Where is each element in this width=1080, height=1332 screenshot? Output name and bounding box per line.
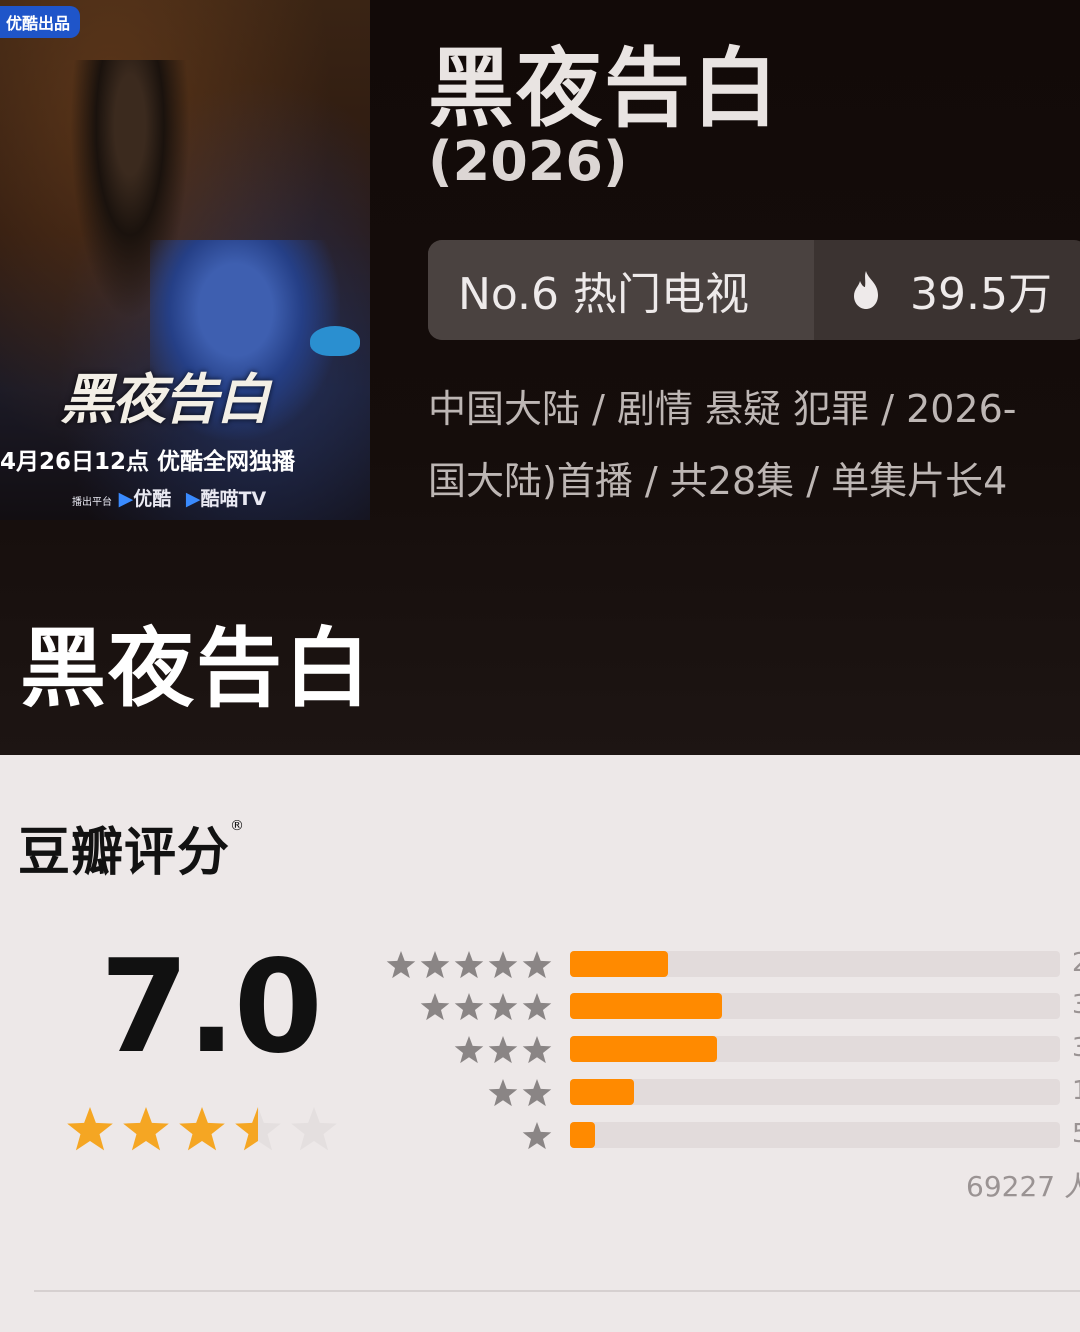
heat-value: 39.5万: [910, 269, 1052, 320]
row-star-icon: [488, 1079, 518, 1107]
row-star-icon: [522, 993, 552, 1021]
meta-episode-line: 国大陆)首播 / 共28集 / 单集片长4: [428, 459, 1008, 503]
registered-mark: ®: [230, 818, 246, 834]
row-star-icon: [488, 993, 518, 1021]
movie-header-panel: 优酷出品 黑夜告白 4月26日12点 优酷全网独播 播出平台 ▶优酷 ▶酷喵TV…: [0, 0, 1080, 755]
poster-date-line: 4月26日12点 优酷全网独播: [0, 449, 296, 475]
poster-shoe: [310, 326, 360, 356]
rating-bar-track: [570, 1036, 1060, 1062]
rating-bar-fill: [570, 951, 668, 977]
row-star-icon: [454, 993, 484, 1021]
row-stars: [454, 1036, 552, 1064]
score-star-icon: [179, 1107, 225, 1151]
rating-row-5-star: 2: [380, 948, 1080, 982]
row-star-icon: [420, 993, 450, 1021]
heat-count[interactable]: 39.5万: [814, 240, 1080, 340]
rating-row-3-star: 3: [380, 1033, 1080, 1067]
rating-row-percent: 5: [1072, 1119, 1080, 1149]
row-star-icon: [522, 1122, 552, 1150]
rating-row-1-star: 5: [380, 1119, 1080, 1153]
page-title: 黑夜告白: [20, 619, 372, 719]
poster-brand-tag: 优酷出品: [0, 6, 81, 38]
row-star-icon: [488, 1036, 518, 1064]
rank-label[interactable]: No.6 热门电视: [428, 240, 814, 340]
rating-bar-track: [570, 951, 1060, 977]
rating-row-2-star: 1: [380, 1076, 1080, 1110]
row-star-icon: [488, 951, 518, 979]
movie-title: 黑夜告白: [428, 39, 780, 139]
rating-bar-fill: [570, 1122, 595, 1148]
fire-icon: [854, 271, 878, 309]
poster-platform-prefix: 播出平台: [72, 497, 112, 508]
poster-platform-2: 酷喵TV: [200, 488, 267, 510]
kumiao-play-icon: ▶: [185, 488, 201, 510]
row-star-icon: [522, 951, 552, 979]
movie-year: (2026): [428, 130, 628, 193]
rating-row-4-star: 3: [380, 990, 1080, 1024]
row-star-icon: [522, 1036, 552, 1064]
youku-play-icon: ▶: [118, 488, 134, 510]
poster-platforms: 播出平台 ▶优酷 ▶酷喵TV: [72, 484, 266, 511]
row-star-icon: [522, 1079, 552, 1107]
rating-row-percent: 3: [1072, 990, 1080, 1020]
row-stars: [386, 951, 552, 979]
poster-platform-1: 优酷: [133, 488, 172, 510]
meta-genre-line: 中国大陆 / 剧情 悬疑 犯罪 / 2026-: [428, 387, 1017, 431]
rank-badge[interactable]: No.6 热门电视 39.5万: [428, 240, 1080, 340]
rating-row-percent: 1: [1072, 1076, 1080, 1106]
row-stars: [488, 1079, 552, 1107]
rating-bar-fill: [570, 1036, 717, 1062]
rating-score: 7.0: [100, 933, 323, 1082]
row-stars: [522, 1122, 552, 1150]
douban-brand-label: 豆瓣评分: [18, 823, 231, 883]
rating-row-percent: 3: [1072, 1033, 1080, 1063]
row-star-icon: [454, 1036, 484, 1064]
score-star-icon: [235, 1107, 281, 1151]
score-star-icon: [123, 1107, 169, 1151]
row-star-icon: [420, 951, 450, 979]
poster-image[interactable]: 优酷出品 黑夜告白 4月26日12点 优酷全网独播 播出平台 ▶优酷 ▶酷喵TV: [0, 0, 370, 520]
score-stars: [67, 1107, 337, 1151]
rating-bar-track: [570, 993, 1060, 1019]
divider: [34, 1290, 1080, 1292]
voter-count[interactable]: 69227 人: [966, 1165, 1080, 1205]
rating-row-percent: 2: [1072, 948, 1080, 978]
poster-title: 黑夜告白: [60, 367, 270, 431]
row-star-icon: [454, 951, 484, 979]
score-star-icon: [67, 1107, 113, 1151]
douban-rating-card: 豆瓣评分® 7.0 2 3 3 1 5 69227 人: [0, 755, 1080, 1332]
row-star-icon: [386, 951, 416, 979]
rating-bar-fill: [570, 1079, 634, 1105]
douban-rating-brand: 豆瓣评分®: [18, 810, 245, 885]
rating-bar-track: [570, 1079, 1060, 1105]
rating-bar-track: [570, 1122, 1060, 1148]
score-star-icon: [291, 1107, 337, 1151]
row-stars: [420, 993, 552, 1021]
rating-bar-fill: [570, 993, 722, 1019]
